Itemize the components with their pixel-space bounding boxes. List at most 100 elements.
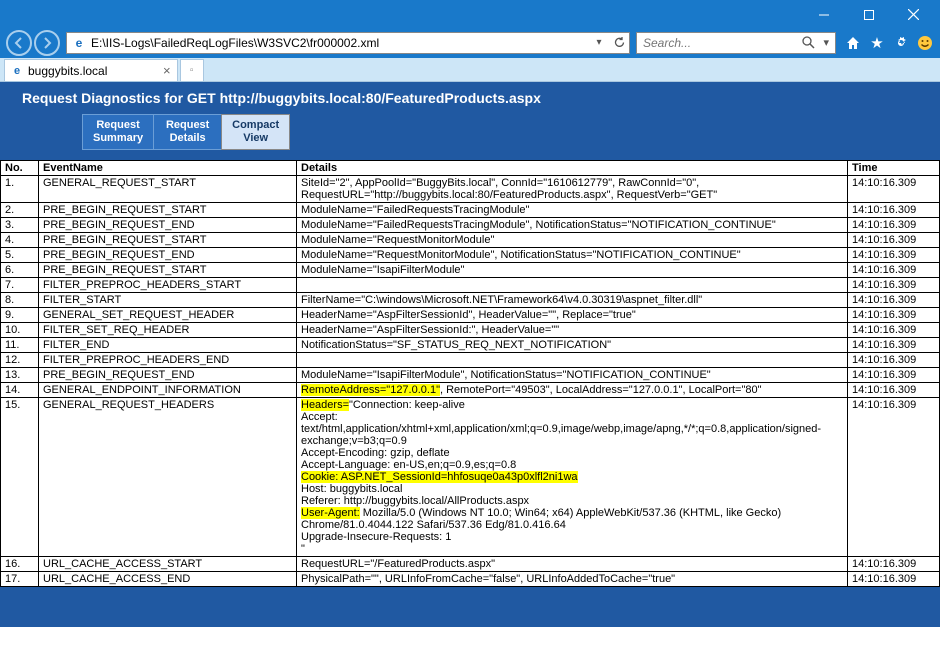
table-row: 11.FILTER_ENDNotificationStatus="SF_STAT… — [1, 338, 940, 353]
cell-details — [297, 353, 848, 368]
table-row: 14.GENERAL_ENDPOINT_INFORMATIONRemoteAdd… — [1, 383, 940, 398]
cell-time: 14:10:16.309 — [848, 176, 940, 203]
table-row: 13.PRE_BEGIN_REQUEST_ENDModuleName="Isap… — [1, 368, 940, 383]
cell-details: RequestURL="/FeaturedProducts.aspx" — [297, 557, 848, 572]
close-button[interactable] — [891, 0, 936, 29]
url-dropdown-button[interactable]: ▾ — [589, 33, 609, 53]
browser-toolbar: e ▾ ▾ ★ — [0, 29, 940, 58]
cell-details: SiteId="2", AppPoolId="BuggyBits.local",… — [297, 176, 848, 203]
search-box[interactable]: ▾ — [636, 32, 836, 54]
cell-no: 3. — [1, 218, 39, 233]
cell-event: FILTER_START — [39, 293, 297, 308]
address-bar[interactable]: e ▾ — [66, 32, 630, 54]
cell-event: PRE_BEGIN_REQUEST_END — [39, 218, 297, 233]
browser-tabstrip: e buggybits.local × ▫ — [0, 58, 940, 82]
table-row: 16.URL_CACHE_ACCESS_STARTRequestURL="/Fe… — [1, 557, 940, 572]
url-input[interactable] — [91, 34, 589, 52]
cell-no: 12. — [1, 353, 39, 368]
page-icon: e — [70, 34, 88, 52]
smiley-icon[interactable] — [916, 34, 934, 52]
cell-no: 9. — [1, 308, 39, 323]
new-tab-icon: ▫ — [190, 65, 194, 76]
table-row: 8.FILTER_STARTFilterName="C:\windows\Mic… — [1, 293, 940, 308]
page-title: Request Diagnostics for GET http://buggy… — [0, 82, 940, 112]
events-table: No. EventName Details Time 1.GENERAL_REQ… — [0, 160, 940, 587]
cell-event: URL_CACHE_ACCESS_END — [39, 572, 297, 587]
cell-details: ModuleName="FailedRequestsTracingModule" — [297, 203, 848, 218]
tab-compact-view[interactable]: Compact View — [221, 114, 290, 150]
cell-details: RemoteAddress="127.0.0.1", RemotePort="4… — [297, 383, 848, 398]
toolbar-right-icons: ★ — [844, 34, 934, 52]
cell-details: FilterName="C:\windows\Microsoft.NET\Fra… — [297, 293, 848, 308]
page-content-scroll[interactable]: Request Diagnostics for GET http://buggy… — [0, 82, 940, 664]
cell-event: GENERAL_REQUEST_START — [39, 176, 297, 203]
col-details: Details — [297, 161, 848, 176]
tab-request-details[interactable]: Request Details — [153, 114, 221, 150]
cell-no: 15. — [1, 398, 39, 557]
col-no: No. — [1, 161, 39, 176]
cell-event: PRE_BEGIN_REQUEST_END — [39, 248, 297, 263]
table-row: 17.URL_CACHE_ACCESS_ENDPhysicalPath="", … — [1, 572, 940, 587]
cell-time: 14:10:16.309 — [848, 233, 940, 248]
cell-no: 17. — [1, 572, 39, 587]
cell-details: ModuleName="IsapiFilterModule" — [297, 263, 848, 278]
browser-tab[interactable]: e buggybits.local × — [4, 59, 178, 81]
cell-no: 5. — [1, 248, 39, 263]
cell-details: ModuleName="RequestMonitorModule" — [297, 233, 848, 248]
cell-time: 14:10:16.309 — [848, 323, 940, 338]
cell-event: PRE_BEGIN_REQUEST_END — [39, 368, 297, 383]
cell-no: 11. — [1, 338, 39, 353]
forward-button[interactable] — [34, 30, 60, 56]
cell-time: 14:10:16.309 — [848, 368, 940, 383]
cell-no: 10. — [1, 323, 39, 338]
cell-no: 16. — [1, 557, 39, 572]
cell-time: 14:10:16.309 — [848, 278, 940, 293]
cell-no: 13. — [1, 368, 39, 383]
cell-no: 8. — [1, 293, 39, 308]
cell-time: 14:10:16.309 — [848, 572, 940, 587]
cell-event: FILTER_PREPROC_HEADERS_START — [39, 278, 297, 293]
maximize-button[interactable] — [846, 0, 891, 29]
table-row: 12.FILTER_PREPROC_HEADERS_END14:10:16.30… — [1, 353, 940, 368]
cell-no: 14. — [1, 383, 39, 398]
col-time: Time — [848, 161, 940, 176]
cell-details: Headers="Connection: keep-aliveAccept: t… — [297, 398, 848, 557]
refresh-button[interactable] — [609, 33, 629, 53]
cell-details: ModuleName="FailedRequestsTracingModule"… — [297, 218, 848, 233]
search-input[interactable] — [637, 34, 800, 52]
cell-event: PRE_BEGIN_REQUEST_START — [39, 263, 297, 278]
table-row: 1.GENERAL_REQUEST_STARTSiteId="2", AppPo… — [1, 176, 940, 203]
cell-details: ModuleName="RequestMonitorModule", Notif… — [297, 248, 848, 263]
table-row: 4.PRE_BEGIN_REQUEST_STARTModuleName="Req… — [1, 233, 940, 248]
cell-event: GENERAL_ENDPOINT_INFORMATION — [39, 383, 297, 398]
tab-close-icon[interactable]: × — [162, 63, 172, 78]
cell-time: 14:10:16.309 — [848, 293, 940, 308]
home-icon[interactable] — [844, 34, 862, 52]
cell-time: 14:10:16.309 — [848, 218, 940, 233]
cell-details: ModuleName="IsapiFilterModule", Notifica… — [297, 368, 848, 383]
tools-icon[interactable] — [892, 34, 910, 52]
cell-time: 14:10:16.309 — [848, 338, 940, 353]
cell-time: 14:10:16.309 — [848, 557, 940, 572]
table-row: 2.PRE_BEGIN_REQUEST_STARTModuleName="Fai… — [1, 203, 940, 218]
favorites-icon[interactable]: ★ — [868, 34, 886, 52]
cell-time: 14:10:16.309 — [848, 308, 940, 323]
minimize-button[interactable] — [801, 0, 846, 29]
search-dropdown-button[interactable]: ▾ — [818, 36, 836, 49]
table-row: 7.FILTER_PREPROC_HEADERS_START14:10:16.3… — [1, 278, 940, 293]
table-row: 3.PRE_BEGIN_REQUEST_ENDModuleName="Faile… — [1, 218, 940, 233]
cell-event: GENERAL_SET_REQUEST_HEADER — [39, 308, 297, 323]
cell-event: PRE_BEGIN_REQUEST_START — [39, 203, 297, 218]
table-row: 5.PRE_BEGIN_REQUEST_ENDModuleName="Reque… — [1, 248, 940, 263]
new-tab-button[interactable]: ▫ — [180, 59, 204, 81]
cell-no: 1. — [1, 176, 39, 203]
cell-event: GENERAL_REQUEST_HEADERS — [39, 398, 297, 557]
cell-event: FILTER_SET_REQ_HEADER — [39, 323, 297, 338]
search-button[interactable] — [800, 36, 818, 49]
cell-no: 2. — [1, 203, 39, 218]
tab-request-summary[interactable]: Request Summary — [82, 114, 153, 150]
cell-details: HeaderName="AspFilterSessionId", HeaderV… — [297, 308, 848, 323]
back-button[interactable] — [6, 30, 32, 56]
view-tabs: Request Summary Request Details Compact … — [0, 112, 940, 160]
table-row: 15.GENERAL_REQUEST_HEADERSHeaders="Conne… — [1, 398, 940, 557]
